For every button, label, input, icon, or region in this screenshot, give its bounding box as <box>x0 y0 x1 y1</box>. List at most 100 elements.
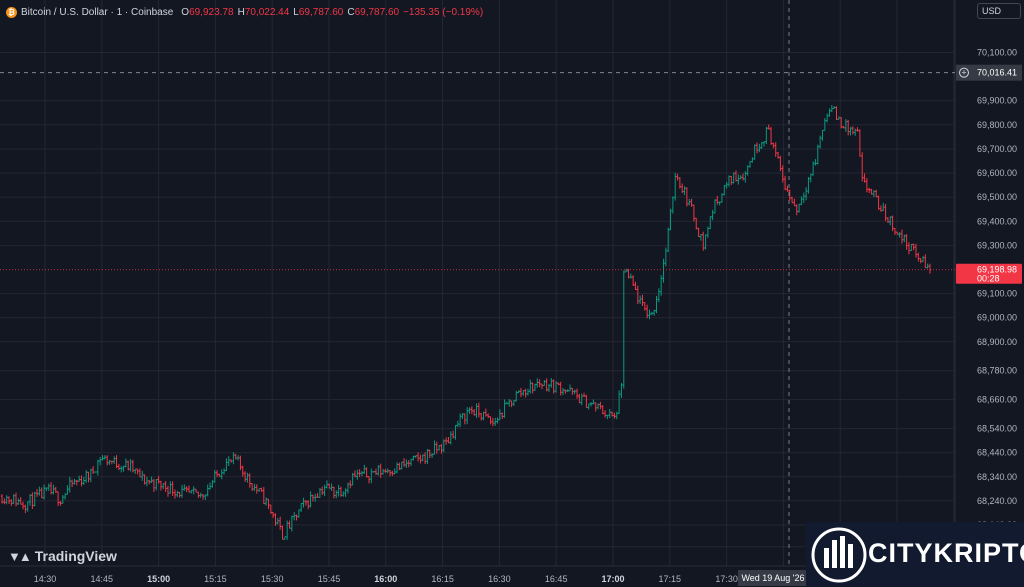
price-tick-label: 68,900.00 <box>977 337 1017 347</box>
ohlc-bar <box>45 487 48 492</box>
ohlc-bar <box>907 242 911 255</box>
ohlc-bar <box>356 469 359 480</box>
ohlc-bar <box>751 157 754 163</box>
ohlc-bar <box>652 309 656 316</box>
ohlc-bar <box>250 483 254 492</box>
ohlc-bar <box>557 382 560 386</box>
citykripto-logo-icon <box>811 527 867 583</box>
ohlc-bar <box>239 455 242 471</box>
ohlc-bar <box>811 161 815 176</box>
ohlc-bar <box>405 459 408 468</box>
currency-button[interactable]: USD <box>977 3 1021 19</box>
ohlc-bar <box>828 108 831 117</box>
ohlc-bar <box>372 471 375 473</box>
ohlc-bar <box>718 201 721 206</box>
ohlc-bar <box>690 198 693 207</box>
ohlc-bar <box>699 233 703 241</box>
ohlc-bar <box>458 413 462 428</box>
price-tick-label: 69,100.00 <box>977 289 1017 299</box>
ohlc-bar <box>872 190 876 198</box>
ohlc-bar <box>131 459 135 473</box>
ohlc-bar <box>842 126 845 129</box>
ohlc-bar <box>643 302 647 311</box>
ohlc-bar <box>456 420 460 428</box>
ohlc-bar <box>232 452 235 465</box>
tradingview-logo[interactable]: ▼▲ TradingView <box>8 548 117 564</box>
ohlc-bar <box>398 462 401 471</box>
ohlc-bar <box>197 491 200 498</box>
ohlc-bar <box>70 479 74 487</box>
ohlc-bar <box>711 209 714 221</box>
ohlc-bar <box>412 455 415 461</box>
ohlc-bar <box>154 479 158 491</box>
ohlc-bar <box>285 520 289 540</box>
ohlc-bar <box>295 514 298 521</box>
ohlc-bar <box>589 402 593 407</box>
ohlc-bar <box>234 453 238 460</box>
ohlc-bar <box>491 417 495 427</box>
ohlc-bar <box>103 455 107 460</box>
ohlc-bar <box>402 458 406 467</box>
ohlc-bar <box>510 400 513 408</box>
price-tick-label: 69,400.00 <box>977 216 1017 226</box>
ohlc-bar <box>309 491 312 508</box>
ohlc-bar <box>737 174 740 185</box>
ohlc-bar <box>779 155 782 171</box>
ohlc-bar <box>246 472 249 483</box>
ohlc-bar <box>133 468 137 474</box>
ohlc-bar <box>804 187 808 201</box>
ohlc-bar <box>902 234 906 243</box>
ohlc-bar <box>659 275 663 296</box>
ohlc-bar <box>624 268 628 273</box>
ohlc-bar <box>370 468 373 484</box>
ohlc-bar <box>341 491 345 497</box>
ohlc-bar <box>145 476 149 487</box>
ohlc-bar <box>288 520 291 529</box>
price-chart[interactable]: 70,100.00 69,900.00 69,800.00 69,700.00 69,6… <box>0 0 1024 587</box>
ohlc-bar <box>905 234 908 250</box>
ohlc-bar <box>395 462 399 474</box>
ohlc-bar <box>437 444 441 451</box>
ohlc-bar <box>138 468 142 478</box>
ohlc-bar <box>367 476 371 484</box>
ohlc-bar <box>655 295 658 314</box>
ohlc-bar <box>166 485 170 497</box>
low-value: 69,787.60 <box>298 6 344 18</box>
ohlc-bar <box>477 402 481 418</box>
ohlc-bar <box>140 470 144 481</box>
ohlc-bar <box>760 142 763 149</box>
symbol-title[interactable]: Bitcoin / U.S. Dollar · 1 · Coinbase <box>21 7 173 18</box>
ohlc-bar <box>159 480 163 491</box>
ohlc-bar <box>582 392 586 397</box>
ohlc-bar <box>470 406 474 415</box>
ohlc-bar <box>419 454 422 464</box>
ohlc-bar <box>615 411 619 420</box>
ohlc-bar <box>846 119 850 136</box>
ohlc-bar <box>201 494 205 500</box>
ohlc-bar <box>765 126 768 145</box>
time-tick-label: 15:30 <box>261 574 284 584</box>
price-tick-label: 68,660.00 <box>977 395 1017 405</box>
chart-overlays: 69,198.9800:28+ 70,016.41Wed 19 Aug '26 <box>0 0 1022 586</box>
ohlc-bar <box>47 483 51 491</box>
ohlc-bar <box>671 196 675 214</box>
ohlc-bar <box>917 252 920 262</box>
ohlc-bar <box>870 188 873 195</box>
time-tick-label: 14:45 <box>91 574 114 584</box>
ohlc-bar <box>489 416 492 425</box>
ohlc-bar <box>928 263 932 274</box>
ohlc-bar <box>500 412 504 420</box>
ohlc-bar <box>33 491 37 507</box>
time-tick-label: 15:00 <box>147 574 170 584</box>
ohlc-bar <box>115 455 118 469</box>
chart-grid <box>0 0 955 566</box>
ohlc-bar <box>704 234 707 250</box>
ohlc-bar <box>727 175 731 187</box>
ohlc-bar <box>867 187 871 194</box>
price-tick-label: 69,300.00 <box>977 240 1017 250</box>
ohlc-bar <box>891 215 894 232</box>
ohlc-bar <box>484 408 488 417</box>
ohlc-bar <box>318 487 322 498</box>
ohlc-bar <box>147 480 151 485</box>
ohlc-bar <box>290 515 294 532</box>
